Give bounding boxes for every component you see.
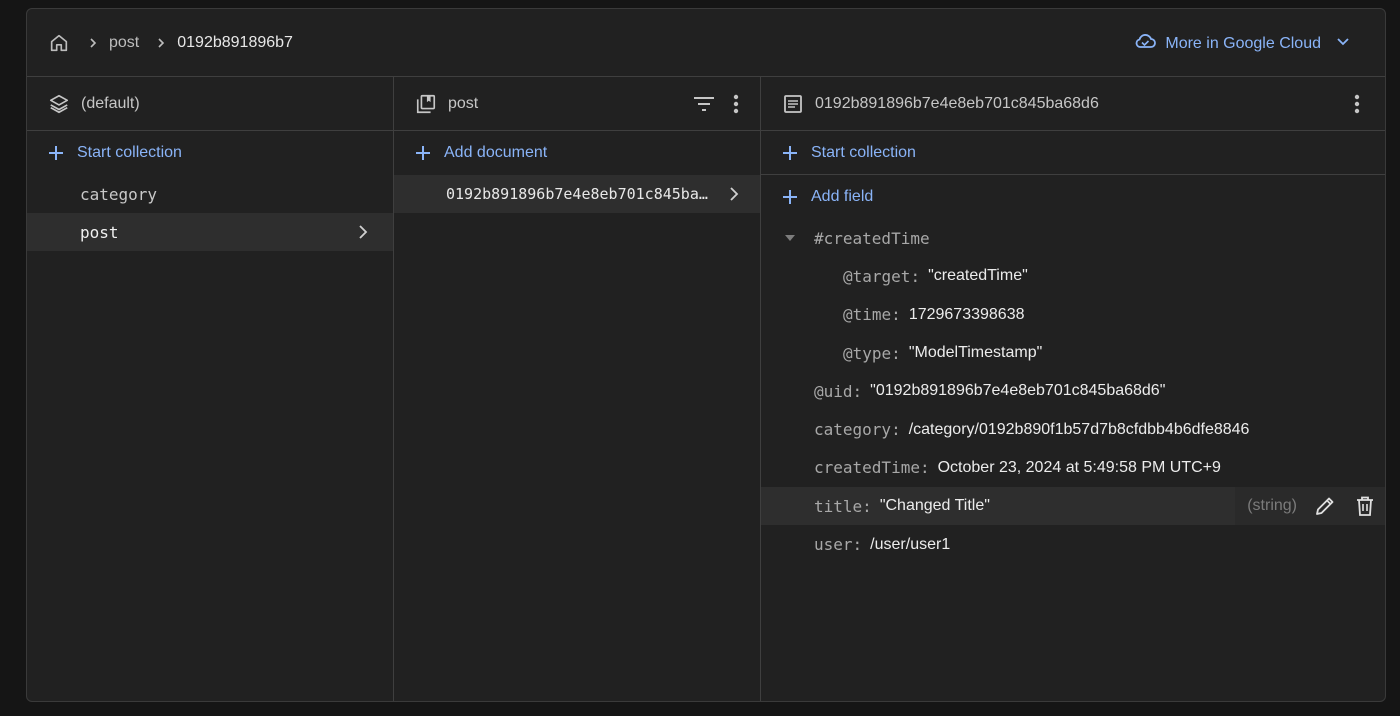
field-row-title[interactable]: title: "Changed Title" (string): [761, 487, 1385, 526]
field-row[interactable]: user: /user/user1: [761, 525, 1385, 563]
field-key: @type: [843, 343, 892, 363]
field-value: "createdTime": [928, 267, 1028, 285]
field-value: "Changed Title": [879, 497, 990, 515]
more-vert-icon[interactable]: [1341, 88, 1373, 120]
chevron-right-icon: [149, 31, 173, 55]
field-type: (string): [1247, 497, 1297, 515]
field-row[interactable]: createdTime: October 23, 2024 at 5:49:58…: [761, 449, 1385, 487]
start-subcollection-button[interactable]: Start collection: [761, 131, 1385, 175]
collection-icon: [414, 92, 438, 116]
field-value: October 23, 2024 at 5:49:58 PM UTC+9: [937, 458, 1221, 476]
plus-icon: [49, 146, 67, 160]
field-key: @time: [843, 305, 892, 325]
field-key: user: [814, 535, 853, 555]
field-key: createdTime: [814, 458, 920, 478]
chevron-right-icon: [81, 31, 105, 55]
field-key: #createdTime: [814, 228, 930, 248]
field-value: /category/0192b890f1b57d7b8cfdbb4b6dfe88…: [908, 420, 1250, 438]
field-colon: :: [852, 381, 863, 401]
field-value: "0192b891896b7e4e8eb701c845ba68d6": [870, 382, 1166, 400]
plus-icon: [416, 146, 434, 160]
chevron-right-icon: [351, 220, 375, 244]
field-colon: :: [852, 535, 863, 555]
collection-name: post: [448, 94, 479, 112]
field-key: title: [814, 496, 863, 516]
field-colon: :: [919, 458, 930, 478]
plus-icon: [783, 145, 801, 160]
collection-item-category[interactable]: category: [27, 175, 393, 213]
add-document-label: Add document: [444, 144, 548, 161]
breadcrumb: post 0192b891896b7: [47, 31, 293, 55]
cloud-icon: [1133, 31, 1157, 56]
field-row[interactable]: @target: "createdTime": [761, 257, 1385, 295]
collection-panel: post Add document 0192b891896b7e4e8eb701…: [394, 77, 761, 701]
document-item[interactable]: 0192b891896b7e4e8eb701c845ba68d6: [394, 175, 760, 213]
top-bar: post 0192b891896b7 More in Google Cloud: [27, 9, 1385, 77]
document-id: 0192b891896b7e4e8eb701c845ba68d6: [815, 94, 1099, 112]
field-colon: :: [862, 496, 872, 516]
more-vert-icon[interactable]: [720, 88, 752, 120]
start-collection-label: Start collection: [77, 144, 182, 161]
field-tools: (string): [1235, 487, 1385, 526]
collection-panel-header: post: [394, 77, 760, 131]
breadcrumb-document[interactable]: 0192b891896b7: [177, 34, 293, 52]
field-colon: :: [891, 305, 901, 325]
field-colon: :: [910, 266, 921, 286]
start-collection-label: Start collection: [811, 143, 916, 161]
field-value: /user/user1: [870, 535, 951, 553]
add-field-button[interactable]: Add field: [761, 175, 1385, 219]
panels: (default) Start collection category post…: [27, 77, 1385, 701]
document-panel-header: 0192b891896b7e4e8eb701c845ba68d6: [761, 77, 1385, 131]
database-panel: (default) Start collection category post: [27, 77, 394, 701]
database-name: (default): [81, 94, 140, 112]
collection-item-label: category: [80, 184, 158, 204]
plus-icon: [783, 190, 801, 204]
delete-trash-icon[interactable]: [1345, 487, 1385, 525]
more-in-google-cloud-button[interactable]: More in Google Cloud: [1133, 31, 1351, 56]
collection-item-label: post: [80, 222, 119, 242]
field-key: @uid: [814, 381, 853, 401]
chevron-down-icon: [1335, 33, 1351, 54]
field-value: "ModelTimestamp": [908, 344, 1043, 362]
field-row[interactable]: category: /category/0192b890f1b57d7b8cfd…: [761, 410, 1385, 448]
field-row[interactable]: @type: "ModelTimestamp": [761, 334, 1385, 372]
home-icon[interactable]: [47, 31, 71, 55]
breadcrumb-collection[interactable]: post: [109, 34, 139, 52]
database-panel-header: (default): [27, 77, 393, 131]
chevron-right-icon: [722, 182, 746, 206]
add-field-label: Add field: [811, 188, 874, 205]
edit-pencil-icon[interactable]: [1305, 487, 1345, 525]
document-panel: 0192b891896b7e4e8eb701c845ba68d6 Start c…: [761, 77, 1385, 701]
field-key: category: [814, 420, 892, 440]
field-colon: :: [891, 343, 901, 363]
add-document-button[interactable]: Add document: [394, 131, 760, 175]
field-value: 1729673398638: [908, 305, 1025, 323]
map-field-createdTime[interactable]: #createdTime: [761, 219, 1385, 257]
document-item-label: 0192b891896b7e4e8eb701c845ba68d6: [446, 185, 716, 203]
filter-icon[interactable]: [688, 88, 720, 120]
collapse-triangle-icon[interactable]: [783, 231, 797, 245]
firestore-data-viewer: post 0192b891896b7 More in Google Cloud …: [26, 8, 1386, 702]
document-icon: [781, 92, 805, 116]
field-key: @target: [843, 266, 911, 286]
start-collection-button[interactable]: Start collection: [27, 131, 393, 175]
database-stack-icon: [47, 92, 71, 116]
field-colon: :: [891, 420, 901, 440]
field-row[interactable]: @time: 1729673398638: [761, 296, 1385, 334]
field-row[interactable]: @uid: "0192b891896b7e4e8eb701c845ba68d6": [761, 372, 1385, 410]
more-in-google-cloud-label: More in Google Cloud: [1165, 34, 1321, 52]
collection-item-post[interactable]: post: [27, 213, 393, 251]
